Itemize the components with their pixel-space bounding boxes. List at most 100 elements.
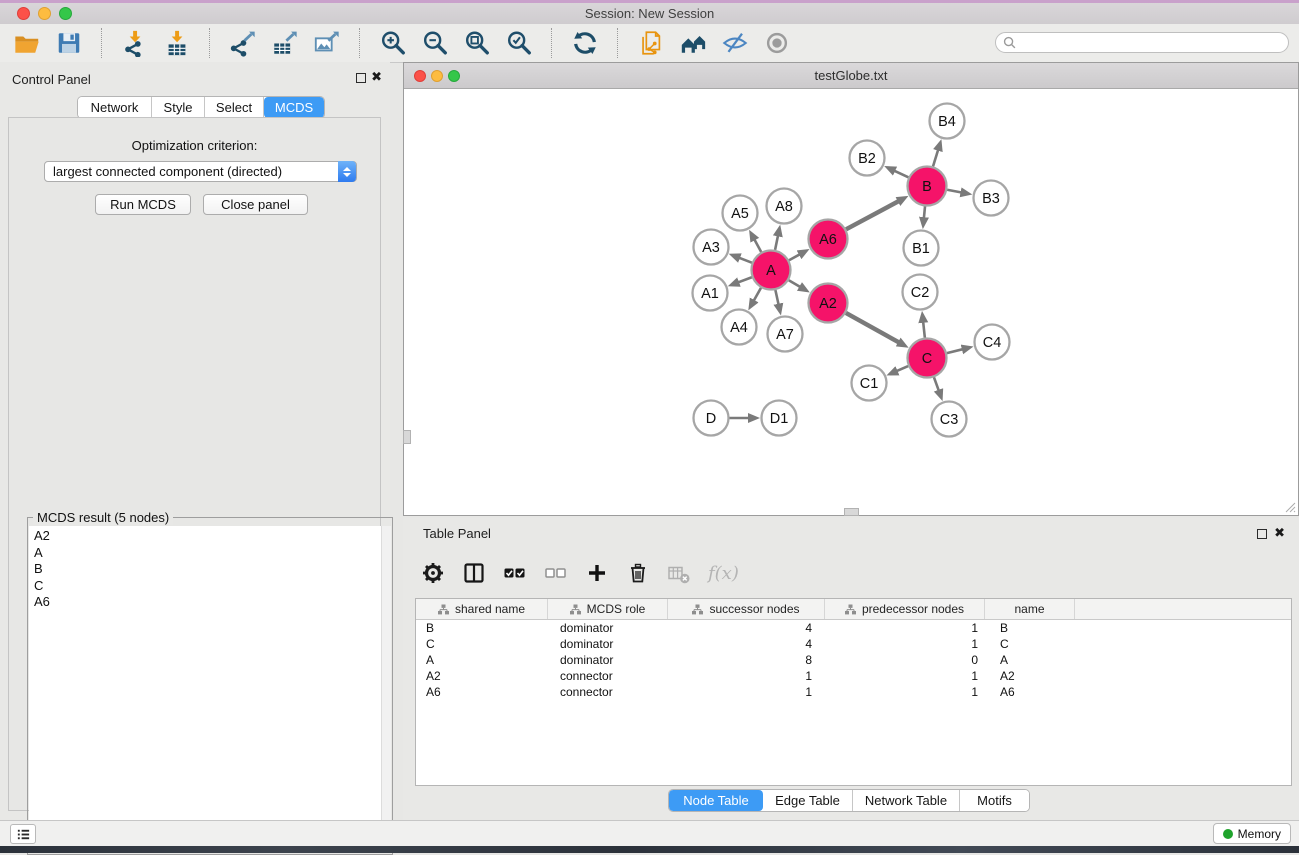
import-table-icon[interactable] (162, 28, 192, 58)
zoom-window-button[interactable] (59, 7, 72, 20)
run-mcds-button[interactable]: Run MCDS (95, 194, 191, 215)
tab-network[interactable]: Network (78, 97, 152, 118)
delete-row-icon[interactable] (626, 561, 650, 585)
result-item[interactable]: B (34, 561, 391, 578)
float-panel-icon[interactable] (356, 73, 366, 83)
edge-A-A5[interactable] (754, 238, 762, 252)
edge-B-B3[interactable] (947, 190, 963, 193)
cell[interactable]: connector (548, 684, 668, 700)
edge-C-C4[interactable] (947, 349, 964, 353)
refresh-icon[interactable] (570, 28, 600, 58)
cell[interactable]: C (985, 636, 1075, 652)
table-row-A2[interactable]: A2connector11A2 (416, 668, 1291, 684)
edge-B-B4[interactable] (933, 148, 939, 166)
cell[interactable]: A2 (985, 668, 1075, 684)
zoom-out-icon[interactable] (420, 28, 450, 58)
table-row-A[interactable]: Adominator80A (416, 652, 1291, 668)
optimization-criterion-select[interactable]: largest connected component (directed) (44, 161, 357, 182)
cell[interactable]: C (416, 636, 548, 652)
edge-A-A2[interactable] (789, 280, 802, 287)
close-window-button[interactable] (17, 7, 30, 20)
window-resize-grip[interactable] (1283, 500, 1296, 513)
cell[interactable]: 4 (668, 636, 825, 652)
network-zoom-button[interactable] (448, 70, 460, 82)
cell[interactable]: A6 (985, 684, 1075, 700)
zoom-in-icon[interactable] (378, 28, 408, 58)
tab-mcds[interactable]: MCDS (264, 97, 324, 118)
column-header-name[interactable]: name (985, 599, 1075, 619)
result-item[interactable]: C (34, 578, 391, 595)
edge-A-A4[interactable] (753, 288, 761, 302)
export-image-icon[interactable] (312, 28, 342, 58)
edge-C-C2[interactable] (923, 320, 925, 337)
result-item[interactable]: A (34, 545, 391, 562)
cell[interactable]: B (416, 620, 548, 636)
cell[interactable]: A (985, 652, 1075, 668)
close-table-panel-icon[interactable]: ✖ (1274, 526, 1285, 540)
tab-style[interactable]: Style (152, 97, 205, 118)
unselect-all-icon[interactable] (544, 561, 568, 585)
tab-select[interactable]: Select (205, 97, 264, 118)
search-box[interactable] (995, 32, 1289, 53)
table-row-C[interactable]: Cdominator41C (416, 636, 1291, 652)
cell[interactable]: A6 (416, 684, 548, 700)
show-graphics-icon[interactable] (762, 28, 792, 58)
edge-A2-C[interactable] (846, 313, 900, 343)
add-row-icon[interactable] (585, 561, 609, 585)
cell[interactable]: 8 (668, 652, 825, 668)
cell[interactable]: 1 (825, 668, 985, 684)
import-network-icon[interactable] (120, 28, 150, 58)
zoom-selected-icon[interactable] (504, 28, 534, 58)
cell[interactable]: connector (548, 668, 668, 684)
cell[interactable]: 1 (825, 620, 985, 636)
result-item[interactable]: A6 (34, 594, 391, 611)
cell[interactable]: B (985, 620, 1075, 636)
edge-C-C3[interactable] (934, 377, 939, 392)
result-list-scrollbar[interactable] (381, 526, 391, 853)
hide-details-icon[interactable] (720, 28, 750, 58)
task-history-button[interactable] (10, 824, 36, 844)
export-table-icon[interactable] (270, 28, 300, 58)
edge-B-B1[interactable] (924, 206, 925, 219)
home-view-icon[interactable] (678, 28, 708, 58)
edge-A-A1[interactable] (737, 277, 752, 283)
cell[interactable]: 1 (825, 636, 985, 652)
memory-button[interactable]: Memory (1213, 823, 1291, 844)
show-columns-icon[interactable] (462, 561, 486, 585)
edge-A-A8[interactable] (775, 234, 778, 250)
minimize-window-button[interactable] (38, 7, 51, 20)
cell[interactable]: 1 (668, 668, 825, 684)
cell[interactable]: A (416, 652, 548, 668)
edge-A6-B[interactable] (846, 200, 900, 229)
save-session-icon[interactable] (54, 28, 84, 58)
column-header-mcds-role[interactable]: MCDS role (548, 599, 668, 619)
close-panel-button[interactable]: Close panel (203, 194, 308, 215)
select-all-icon[interactable] (503, 561, 527, 585)
cell[interactable]: 1 (825, 684, 985, 700)
zoom-fit-icon[interactable] (462, 28, 492, 58)
close-panel-icon[interactable]: ✖ (371, 70, 382, 84)
result-item[interactable]: A2 (34, 528, 391, 545)
mcds-result-list[interactable]: A2ABCA6 (29, 526, 391, 853)
search-input[interactable] (1020, 35, 1288, 51)
cell[interactable]: 1 (668, 684, 825, 700)
column-header-successor-nodes[interactable]: successor nodes (668, 599, 825, 619)
table-row-B[interactable]: Bdominator41B (416, 620, 1291, 636)
edge-B-B2[interactable] (893, 170, 909, 177)
column-header-predecessor-nodes[interactable]: predecessor nodes (825, 599, 985, 619)
open-session-icon[interactable] (12, 28, 42, 58)
network-document-icon[interactable] (636, 28, 666, 58)
tab-network-table[interactable]: Network Table (853, 790, 960, 811)
edge-A-A3[interactable] (738, 257, 752, 262)
cell[interactable]: dominator (548, 652, 668, 668)
network-close-button[interactable] (414, 70, 426, 82)
tab-edge-table[interactable]: Edge Table (763, 790, 853, 811)
bottom-splitter-handle[interactable] (844, 508, 859, 516)
left-splitter-handle[interactable] (403, 430, 411, 444)
network-minimize-button[interactable] (431, 70, 443, 82)
cell[interactable]: 0 (825, 652, 985, 668)
table-settings-icon[interactable] (421, 561, 445, 585)
tab-motifs[interactable]: Motifs (960, 790, 1029, 811)
cell[interactable]: A2 (416, 668, 548, 684)
edge-C-C1[interactable] (895, 366, 908, 372)
